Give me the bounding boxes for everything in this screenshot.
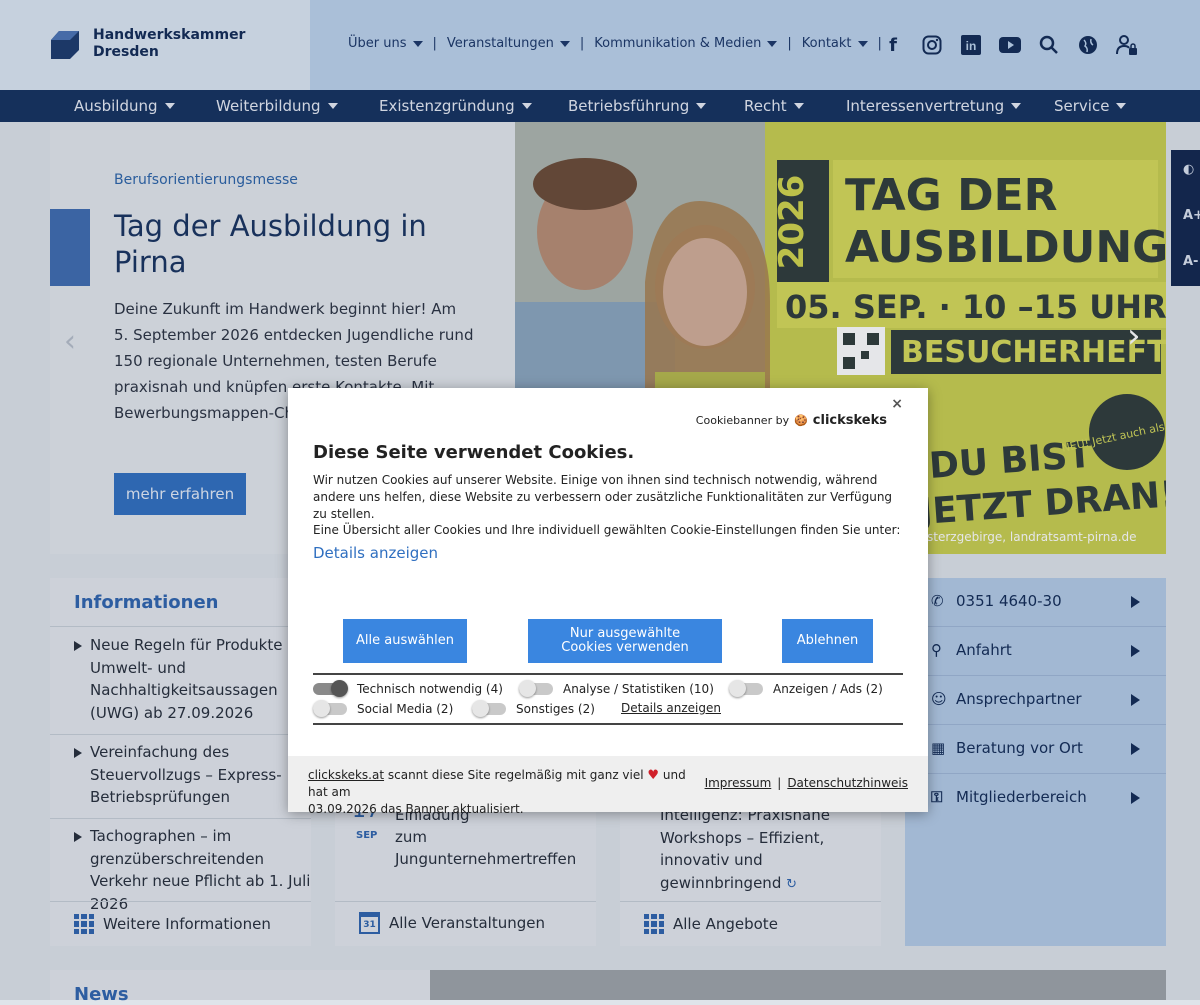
- toggle-social[interactable]: Social Media (2): [313, 700, 454, 717]
- heart-icon: ♥: [647, 768, 660, 783]
- toggle-analyse[interactable]: Analyse / Statistiken (10): [519, 680, 714, 697]
- toggle-label: Social Media (2): [357, 702, 454, 716]
- footer-text-3: 03.09.2026 das Banner aktualisiert.: [308, 802, 524, 816]
- cookie-details-link[interactable]: Details anzeigen: [313, 544, 438, 562]
- cookie-toggles: Technisch notwendig (4) Analyse / Statis…: [313, 673, 903, 725]
- cookie-text-overview: Eine Übersicht aller Cookies und Ihre in…: [313, 523, 901, 537]
- toggle-label: Analyse / Statistiken (10): [563, 682, 714, 696]
- impressum-link[interactable]: Impressum: [705, 776, 772, 790]
- datenschutz-link[interactable]: Datenschutzhinweis: [787, 776, 908, 790]
- toggle-label: Technisch notwendig (4): [357, 682, 503, 696]
- close-icon[interactable]: ×: [891, 396, 903, 412]
- toggle-anzeigen[interactable]: Anzeigen / Ads (2): [729, 680, 883, 697]
- cookie-banner: × Cookiebanner by 🍪 clickskeks Diese Sei…: [288, 388, 928, 816]
- toggle-switch[interactable]: [472, 700, 506, 717]
- cookie-footer-links: Impressum | Datenschutzhinweis: [705, 776, 908, 790]
- reject-button[interactable]: Ablehnen: [782, 619, 873, 663]
- toggles-details-link[interactable]: Details anzeigen: [621, 701, 721, 715]
- toggle-label: Sonstiges (2): [516, 702, 595, 716]
- toggle-switch[interactable]: [313, 700, 347, 717]
- cookie-footer-text: clickskeks.at scannt diese Site regelmäß…: [308, 767, 708, 818]
- toggle-label: Anzeigen / Ads (2): [773, 682, 883, 696]
- footer-text-1: scannt diese Site regelmäßig mit ganz vi…: [387, 768, 644, 782]
- brand-name: clickskeks: [812, 413, 887, 428]
- brand-prefix: Cookiebanner by: [695, 414, 790, 427]
- cookie-brand: Cookiebanner by 🍪 clickskeks: [696, 413, 887, 428]
- toggle-sonstiges[interactable]: Sonstiges (2): [472, 700, 595, 717]
- toggle-switch[interactable]: [729, 680, 763, 697]
- accept-all-button[interactable]: Alle auswählen: [343, 619, 467, 663]
- cookie-footer: clickskeks.at scannt diese Site regelmäß…: [288, 756, 928, 816]
- toggle-technisch[interactable]: Technisch notwendig (4): [313, 680, 503, 697]
- cookie-text: Wir nutzen Cookies auf unserer Website. …: [313, 473, 893, 521]
- accept-selected-button[interactable]: Nur ausgewählte Cookies verwenden: [528, 619, 722, 663]
- cookie-title: Diese Seite verwendet Cookies.: [313, 442, 635, 463]
- link-separator: |: [777, 776, 782, 790]
- toggle-switch[interactable]: [313, 680, 348, 697]
- toggle-switch[interactable]: [519, 680, 553, 697]
- clickskeks-link[interactable]: clickskeks.at: [308, 768, 384, 782]
- cookie-icon: 🍪: [794, 414, 808, 427]
